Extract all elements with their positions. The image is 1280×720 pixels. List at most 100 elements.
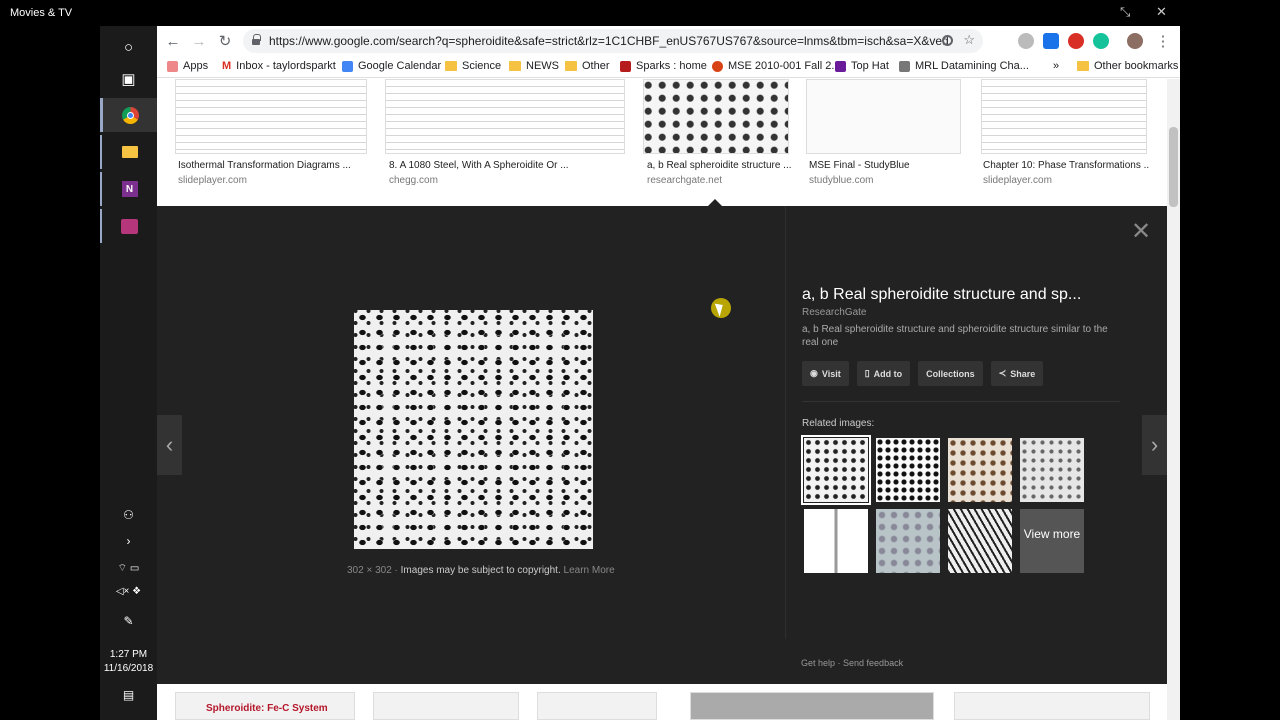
result-title[interactable]: a, b Real spheroidite structure ... xyxy=(647,160,793,171)
previous-image-button[interactable]: ‹ xyxy=(157,415,182,475)
result-thumbnail[interactable] xyxy=(537,692,657,720)
forward-icon[interactable]: → xyxy=(189,31,209,51)
result-title[interactable]: MSE Final - StudyBlue xyxy=(809,160,964,171)
profile-avatar[interactable] xyxy=(1127,33,1143,49)
result-source: chegg.com xyxy=(389,175,438,186)
result-thumbnail[interactable] xyxy=(954,692,1150,720)
app-title: Movies & TV xyxy=(10,7,73,19)
extension-blue-icon[interactable] xyxy=(1043,33,1059,49)
grammarly-icon[interactable] xyxy=(1093,33,1109,49)
canvas-icon xyxy=(712,60,723,72)
bookmark-star-icon[interactable]: ☆ xyxy=(963,32,975,48)
result-thumbnail[interactable] xyxy=(806,79,961,154)
action-center-icon[interactable]: ▤ xyxy=(100,688,157,702)
chevron-right-icon: › xyxy=(1150,432,1159,457)
minimize-icon[interactable]: ⤡ xyxy=(1120,4,1130,20)
panel-caret xyxy=(708,199,722,206)
preview-source: ResearchGate xyxy=(802,307,867,318)
lock-icon xyxy=(252,34,261,45)
bookmark-calendar[interactable]: Google Calendar xyxy=(342,60,441,72)
visit-button[interactable]: ◉ Visit xyxy=(802,361,849,386)
result-thumbnail-text: Spheroidite: Fe-C System xyxy=(206,703,328,714)
close-icon[interactable]: ✕ xyxy=(1156,4,1167,20)
url-text: https://www.google.com/search?q=spheroid… xyxy=(269,34,949,48)
preview-title[interactable]: a, b Real spheroidite structure and sp..… xyxy=(802,286,1081,304)
page-scrollbar[interactable] xyxy=(1167,79,1180,720)
result-thumbnail[interactable] xyxy=(643,79,789,154)
collections-button[interactable]: Collections xyxy=(918,361,983,386)
related-image[interactable] xyxy=(804,509,868,573)
bookmark-mrl[interactable]: MRL Datamining Cha... xyxy=(899,60,1029,72)
image-caption: 302 × 302 · Images may be subject to cop… xyxy=(347,565,615,576)
related-image[interactable] xyxy=(948,438,1012,502)
next-image-button[interactable]: › xyxy=(1142,415,1167,475)
result-title[interactable]: Isothermal Transformation Diagrams ... xyxy=(178,160,368,171)
bookmark-other[interactable]: Other xyxy=(565,60,610,72)
view-more-button[interactable]: View more xyxy=(1020,509,1084,573)
share-button[interactable]: ≺ Share xyxy=(990,361,1044,386)
cortana-icon[interactable]: ○ xyxy=(100,30,157,64)
result-title[interactable]: Chapter 10: Phase Transformations ... xyxy=(983,160,1149,171)
bookmark-sparks[interactable]: Sparks : home xyxy=(620,60,707,72)
result-thumbnail[interactable] xyxy=(385,79,625,154)
result-thumbnail[interactable] xyxy=(981,79,1147,154)
chrome-taskbar-button[interactable] xyxy=(100,98,157,132)
bookmark-apps[interactable]: Apps xyxy=(167,60,208,72)
bookmarks-overflow[interactable]: » xyxy=(1053,60,1059,72)
get-help-link[interactable]: Get help xyxy=(801,658,835,668)
chevron-left-icon: ‹ xyxy=(165,432,174,457)
bookmark-other-bookmarks[interactable]: Other bookmarks xyxy=(1077,60,1178,72)
send-feedback-link[interactable]: Send feedback xyxy=(843,658,903,668)
preview-separator xyxy=(802,401,1120,402)
system-clock[interactable]: 1:27 PM 11/16/2018 xyxy=(100,648,157,676)
related-image[interactable] xyxy=(876,509,940,573)
extension-red-icon[interactable] xyxy=(1068,33,1084,49)
search-results-page: Isothermal Transformation Diagrams ... s… xyxy=(157,79,1167,720)
result-thumbnail[interactable] xyxy=(175,79,367,154)
result-source: studyblue.com xyxy=(809,175,874,186)
result-title[interactable]: 8. A 1080 Steel, With A Spheroidite Or .… xyxy=(389,160,629,171)
preview-image[interactable] xyxy=(354,310,593,549)
related-image[interactable] xyxy=(801,435,871,505)
chevron-right-icon[interactable]: › xyxy=(100,534,157,548)
result-thumbnail[interactable] xyxy=(690,692,934,720)
scrollbar-thumb[interactable] xyxy=(1169,127,1178,207)
folder-icon xyxy=(121,146,138,158)
related-image[interactable] xyxy=(876,438,940,502)
teams-taskbar-button[interactable] xyxy=(100,209,157,243)
result-thumbnail[interactable] xyxy=(373,692,519,720)
onenote-taskbar-button[interactable]: N xyxy=(100,172,157,206)
menu-icon[interactable]: ⋮ xyxy=(1153,31,1173,51)
learn-more-link[interactable]: Learn More xyxy=(564,565,615,576)
gmail-icon: M xyxy=(222,60,232,72)
file-explorer-taskbar-button[interactable] xyxy=(100,135,157,169)
people-icon[interactable]: ⚇ xyxy=(100,508,157,522)
result-source: researchgate.net xyxy=(647,175,723,186)
related-image[interactable] xyxy=(948,509,1012,573)
bookmark-mse[interactable]: MSE 2010-001 Fall 2... xyxy=(712,60,841,72)
reload-icon[interactable]: ↻ xyxy=(215,31,235,51)
pen-icon[interactable]: ✎ xyxy=(100,614,157,628)
related-image[interactable] xyxy=(1020,438,1084,502)
add-to-button[interactable]: ▯ Add to xyxy=(856,361,911,386)
close-preview-icon[interactable]: ✕ xyxy=(1131,220,1151,244)
volume-dropbox-icons[interactable]: ◁× ❖ xyxy=(100,586,157,597)
extension-gray-icon[interactable] xyxy=(1018,33,1034,49)
task-view-icon[interactable]: ▣ xyxy=(100,62,157,96)
wifi-battery-icons[interactable]: ⌔ ▭ xyxy=(100,562,157,575)
share-icon: ≺ xyxy=(998,368,1007,378)
lens-icon[interactable] xyxy=(942,35,953,46)
image-dimensions: 302 × 302 xyxy=(347,565,392,576)
bookmark-science[interactable]: Science xyxy=(445,60,501,72)
image-results-row: Isothermal Transformation Diagrams ... s… xyxy=(157,79,1167,206)
bookmark-news[interactable]: NEWS xyxy=(509,60,559,72)
panel-footer: Get help · Send feedback xyxy=(801,658,904,668)
onenote-icon: N xyxy=(121,181,138,197)
bookmark-inbox[interactable]: M Inbox - taylordsparkt xyxy=(222,60,336,72)
result-thumbnail[interactable]: Spheroidite: Fe-C System xyxy=(175,692,355,720)
back-icon[interactable]: ← xyxy=(163,31,183,51)
bookmark-tophat[interactable]: Top Hat xyxy=(835,60,889,72)
taskbar: ○ ▣ N ⚇ › ⌔ ▭ ◁× ❖ ✎ 1:27 PM 11/16/2018 … xyxy=(100,26,157,720)
address-bar[interactable]: https://www.google.com/search?q=spheroid… xyxy=(243,29,983,53)
folder-icon xyxy=(509,61,521,71)
